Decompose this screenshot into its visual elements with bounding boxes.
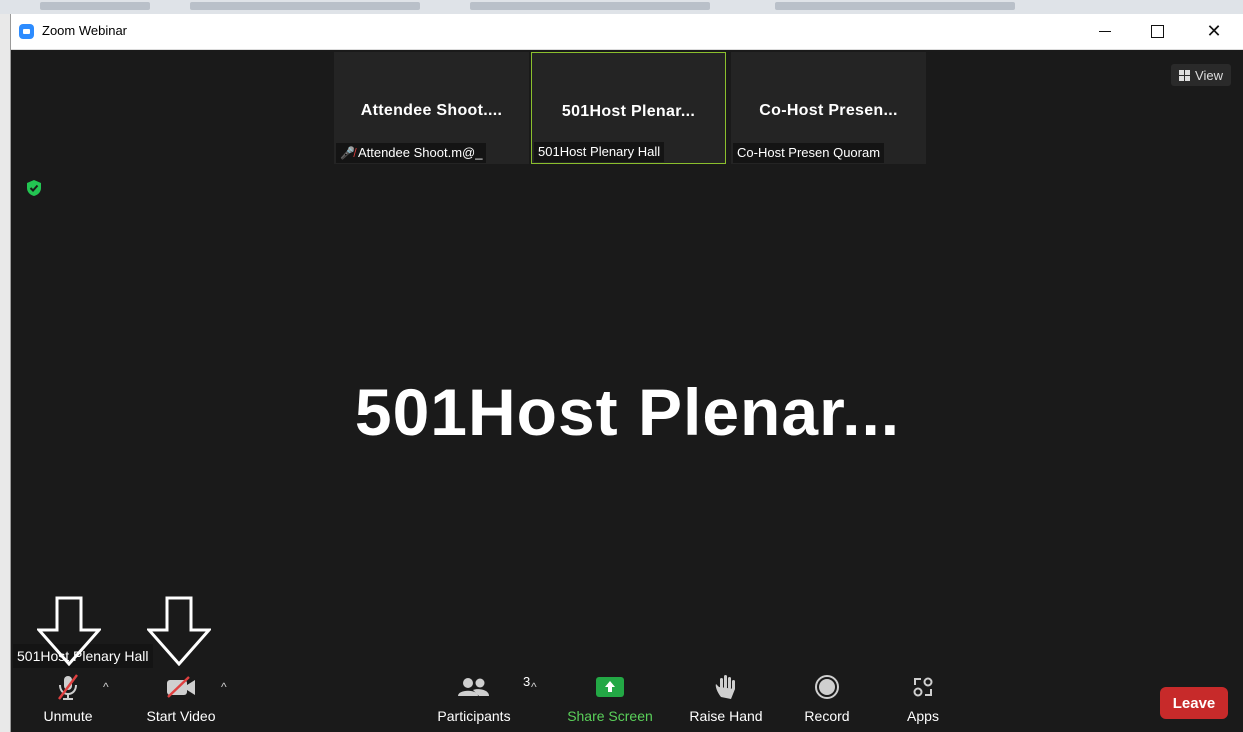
muted-mic-icon: 🎤̸	[340, 146, 355, 160]
active-speaker-name: 501Host Plenar...	[354, 375, 901, 449]
zoom-logo-icon	[19, 24, 34, 39]
apps-button[interactable]: Apps	[891, 670, 955, 732]
minimize-icon	[1099, 31, 1111, 32]
hand-icon	[715, 675, 735, 699]
thumbnail-label-text: Attendee Shoot.m@_	[357, 145, 483, 160]
annotation-down-arrow-icon	[37, 596, 101, 666]
thumbnail-name: Co-Host Presen...	[759, 102, 898, 119]
record-button[interactable]: Record	[795, 670, 859, 732]
raise-hand-button[interactable]: Raise Hand	[683, 670, 769, 732]
background-desktop-edge	[0, 14, 10, 732]
maximize-icon	[1150, 25, 1164, 38]
participants-button[interactable]: 3 Participants	[428, 670, 530, 732]
annotation-down-arrow-icon	[147, 596, 211, 666]
background-tab	[190, 2, 420, 10]
maximize-button[interactable]	[1134, 14, 1180, 49]
share-up-arrow-icon	[596, 677, 624, 697]
record-dot-icon	[815, 675, 839, 699]
thumbnail-name: 501Host Plenar...	[561, 103, 696, 120]
close-button[interactable]: ✕	[1191, 14, 1237, 49]
leave-button[interactable]: Leave	[1160, 687, 1228, 719]
apps-label: Apps	[907, 708, 939, 724]
raise-hand-label: Raise Hand	[689, 708, 763, 724]
zoom-window: Zoom Webinar ✕ Attendee Shoot.... 🎤̸ Atte…	[10, 14, 1243, 732]
window-title: Zoom Webinar	[42, 23, 128, 38]
participant-thumbnail-cohost[interactable]: Co-Host Presen... Co-Host Presen Quoram	[731, 52, 926, 164]
view-label: View	[1195, 67, 1223, 83]
apps-icon	[913, 677, 933, 697]
share-screen-label: Share Screen	[567, 708, 653, 724]
thumbnail-label: 🎤̸ Attendee Shoot.m@_	[336, 143, 487, 163]
minimize-button[interactable]	[1082, 14, 1128, 49]
background-browser-tabstrip	[0, 0, 1243, 14]
participants-options-caret-button[interactable]: ^	[531, 680, 537, 694]
participant-thumbnail-attendee[interactable]: Attendee Shoot.... 🎤̸ Attendee Shoot.m@_	[334, 52, 529, 164]
unmute-button[interactable]: Unmute	[33, 670, 103, 732]
share-screen-button[interactable]: Share Screen	[564, 670, 656, 732]
view-button[interactable]: View	[1171, 64, 1231, 86]
encryption-shield-icon[interactable]	[26, 179, 42, 197]
camera-off-icon	[167, 676, 195, 698]
thumbnail-label: 501Host Plenary Hall	[534, 142, 665, 162]
video-options-caret-button[interactable]: ^	[221, 680, 227, 694]
background-tab	[40, 2, 150, 10]
microphone-muted-icon	[58, 674, 78, 700]
start-video-button[interactable]: Start Video	[139, 670, 223, 732]
participants-count: 3	[523, 674, 531, 689]
start-video-label: Start Video	[146, 708, 216, 724]
meeting-toolbar: Unmute ^ Start Video ^ 3 Participants ^ …	[11, 670, 1243, 732]
close-icon: ✕	[1206, 21, 1222, 41]
title-bar: Zoom Webinar ✕	[11, 14, 1243, 50]
audio-options-caret-button[interactable]: ^	[103, 680, 109, 694]
participants-label: Participants	[437, 708, 511, 724]
background-tab	[775, 2, 1015, 10]
unmute-label: Unmute	[43, 708, 93, 724]
participant-thumbnail-host[interactable]: 501Host Plenar... 501Host Plenary Hall	[531, 52, 726, 164]
thumbnail-label: Co-Host Presen Quoram	[733, 143, 885, 163]
background-tab	[470, 2, 710, 10]
record-label: Record	[804, 708, 850, 724]
grid-view-icon	[1179, 69, 1191, 81]
thumbnail-name: Attendee Shoot....	[360, 102, 503, 119]
people-icon	[458, 678, 489, 696]
